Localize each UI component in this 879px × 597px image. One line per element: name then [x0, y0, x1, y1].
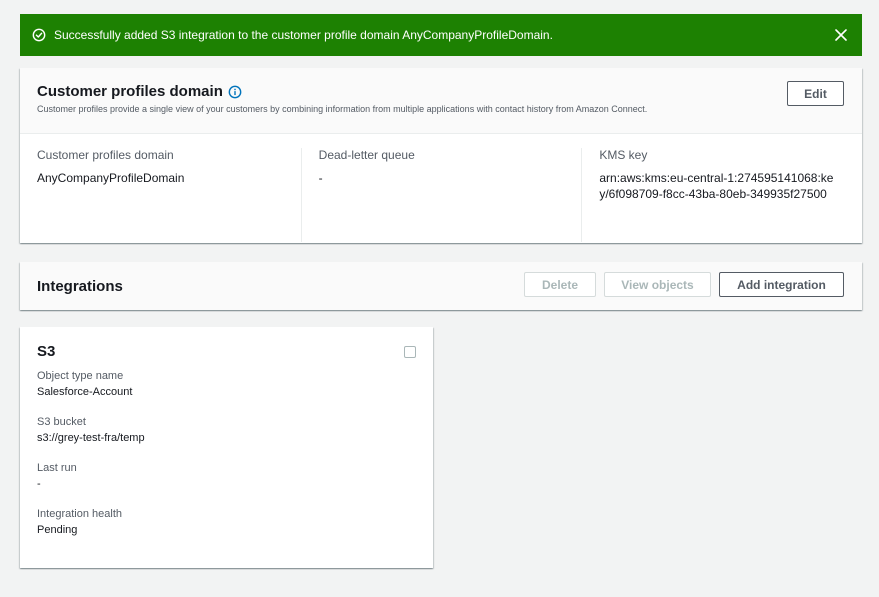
close-icon — [835, 29, 847, 41]
flash-message: Successfully added S3 integration to the… — [54, 28, 553, 42]
delete-button[interactable]: Delete — [524, 272, 596, 297]
card-field-s3-bucket: S3 bucket s3://grey-test-fra/temp — [37, 416, 416, 444]
field-value: Salesforce-Account — [37, 386, 133, 398]
field-label: Last run — [37, 462, 77, 474]
detail-column-dead-letter-queue: Dead-letter queue - — [300, 148, 582, 242]
card-select-checkbox[interactable] — [404, 346, 416, 358]
detail-value: - — [318, 171, 323, 185]
field-value: Pending — [37, 524, 78, 536]
detail-label: KMS key — [599, 148, 648, 162]
view-objects-button[interactable]: View objects — [604, 272, 711, 297]
domain-details: Customer profiles domain AnyCompanyProfi… — [20, 134, 862, 242]
field-label: Object type name — [37, 370, 124, 382]
integration-card-s3: S3 Object type name Salesforce-Account S… — [20, 327, 433, 568]
card-field-last-run: Last run - — [37, 462, 416, 490]
success-flashbar: Successfully added S3 integration to the… — [20, 14, 862, 56]
domain-panel-title: Customer profiles domain — [37, 83, 223, 100]
field-value: - — [37, 478, 41, 490]
check-circle-icon — [32, 28, 46, 42]
detail-label: Dead-letter queue — [318, 148, 415, 162]
domain-panel-description: Customer profiles provide a single view … — [37, 104, 648, 114]
kms-key-value: arn:aws:kms:eu-central-1:274595141068:ke… — [599, 171, 834, 201]
integrations-title: Integrations — [37, 277, 123, 295]
card-field-integration-health: Integration health Pending — [37, 508, 416, 536]
detail-column-domain: Customer profiles domain AnyCompanyProfi… — [20, 148, 301, 242]
field-value: s3://grey-test-fra/temp — [37, 432, 145, 444]
card-title: S3 — [37, 343, 56, 360]
detail-label: Customer profiles domain — [37, 148, 174, 162]
dismiss-flash-button[interactable] — [832, 26, 850, 44]
domain-panel-header: Customer profiles domain Customer profil… — [20, 68, 862, 134]
info-icon[interactable] — [228, 85, 242, 99]
detail-column-kms-key: KMS key arn:aws:kms:eu-central-1:2745951… — [581, 148, 862, 242]
add-integration-button[interactable]: Add integration — [719, 272, 844, 297]
detail-value: AnyCompanyProfileDomain — [37, 171, 185, 185]
edit-button[interactable]: Edit — [787, 81, 844, 106]
integrations-panel: Integrations Delete View objects Add int… — [20, 262, 862, 310]
field-label: Integration health — [37, 508, 123, 520]
field-label: S3 bucket — [37, 416, 86, 428]
customer-profiles-domain-panel: Customer profiles domain Customer profil… — [20, 68, 862, 243]
card-field-object-type: Object type name Salesforce-Account — [37, 370, 416, 398]
